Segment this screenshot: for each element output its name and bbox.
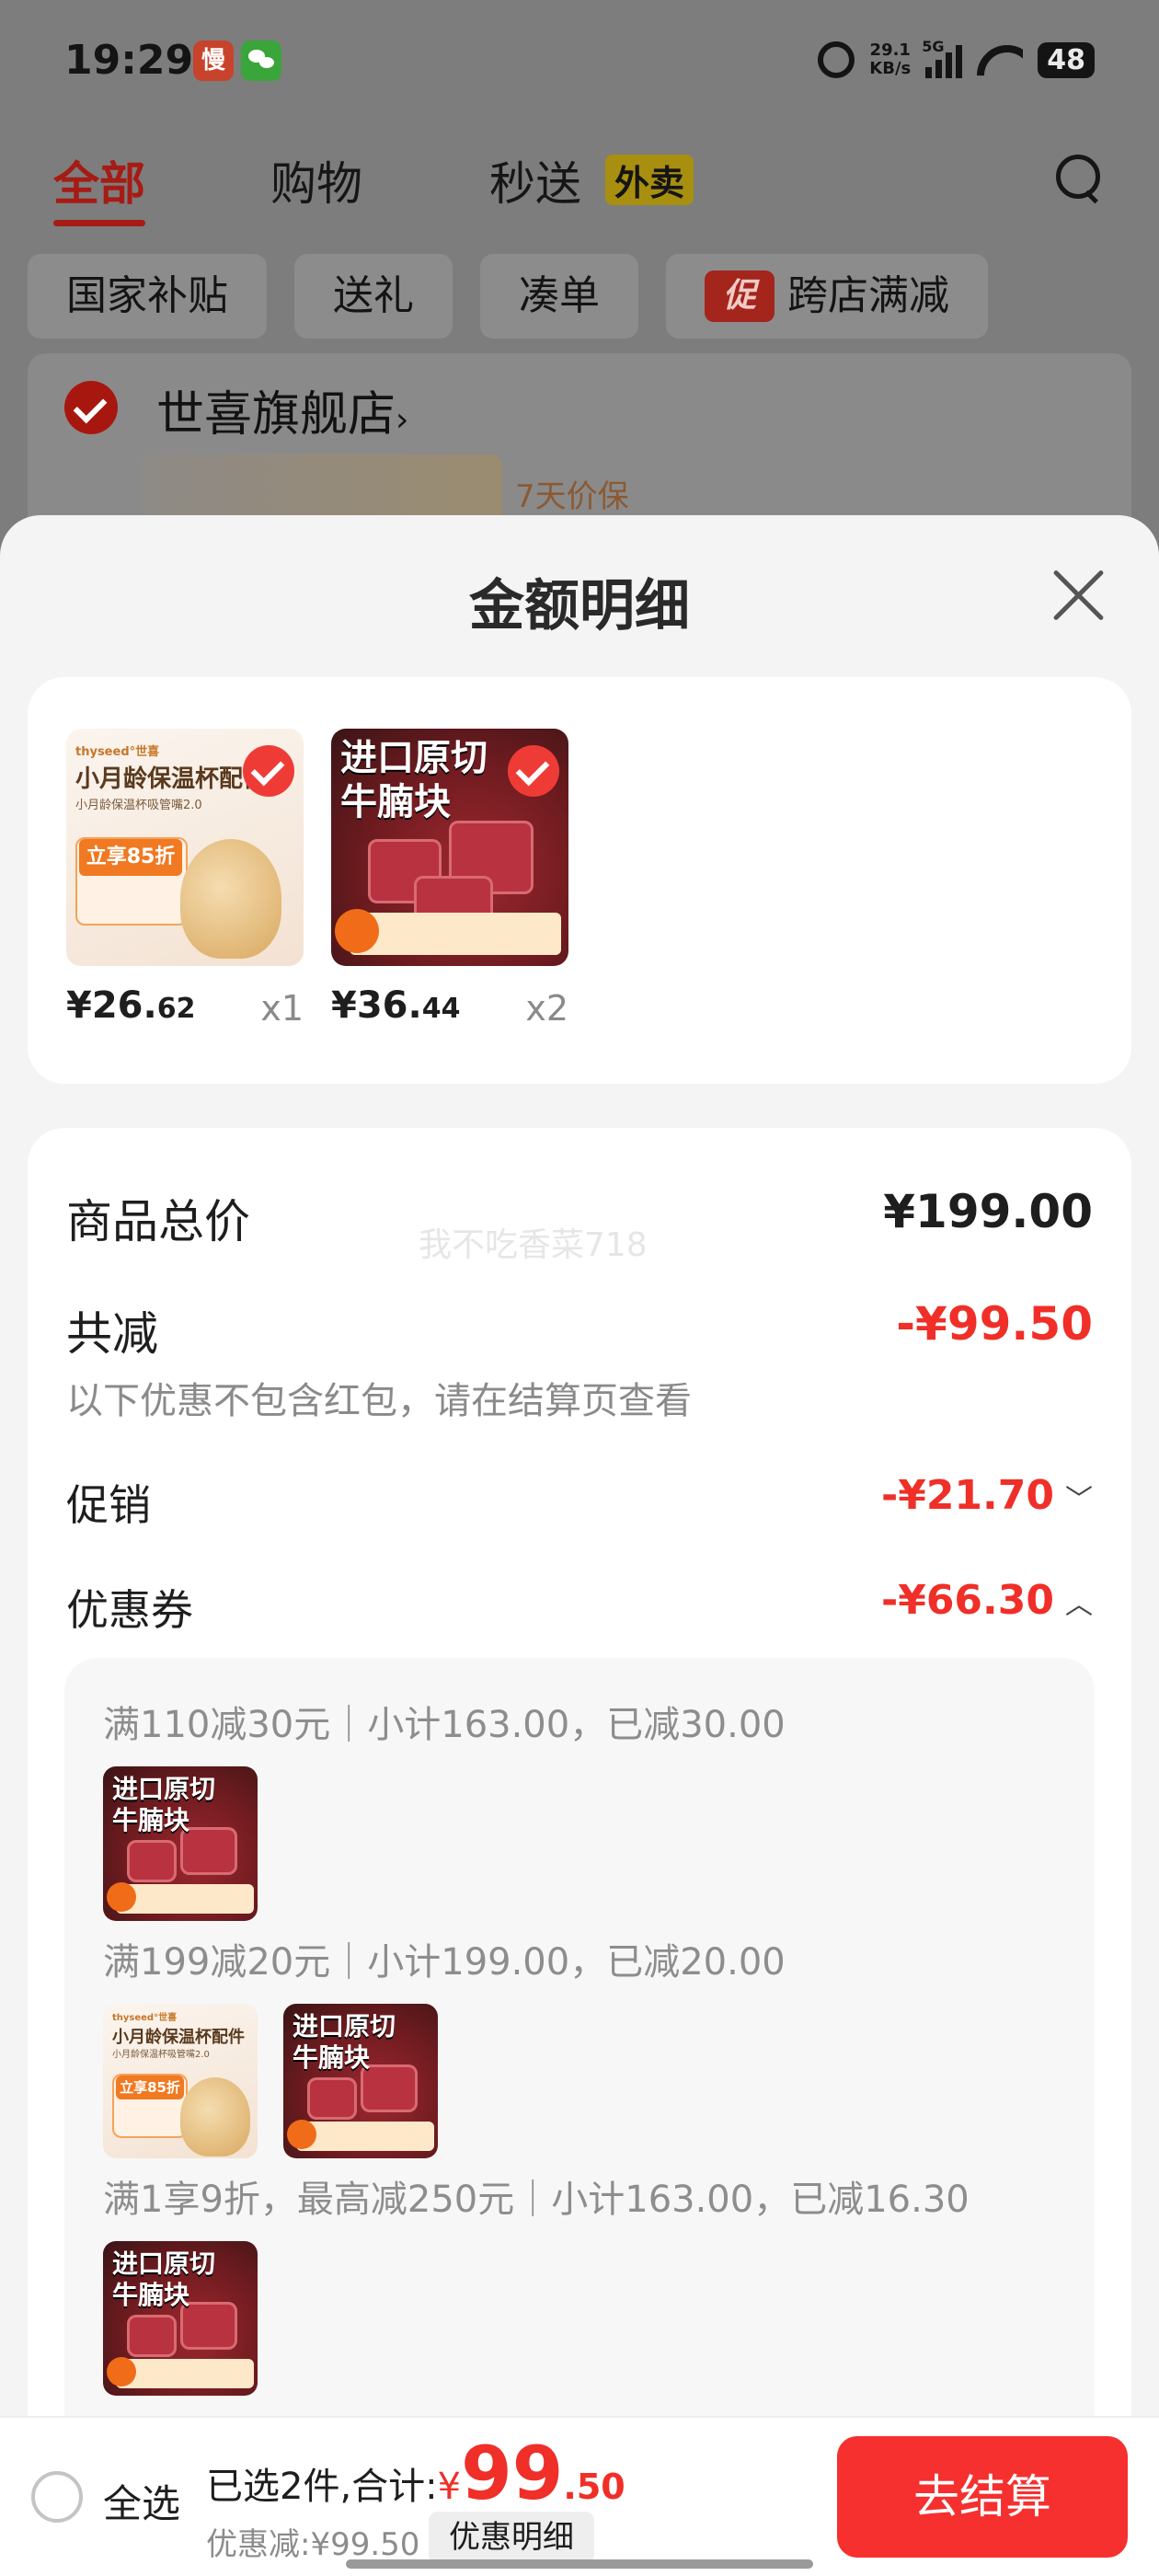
chip-national-subsidy[interactable]: 国家补贴	[28, 254, 267, 339]
total-price-value: ¥199.00	[883, 1185, 1093, 1238]
coupon-product-thumbnail: thyseed°世喜 小月龄保温杯配件 小月龄保温杯吸管嘴2.0 立享85折	[103, 2004, 258, 2158]
coupon-label: 优惠券	[66, 1585, 193, 1635]
promotion-label: 促销	[66, 1480, 151, 1530]
product-price: ¥26.62	[66, 984, 196, 1027]
chip-gifting[interactable]: 送礼	[294, 254, 453, 339]
search-icon[interactable]	[1056, 155, 1104, 202]
total-price-label: 商品总价	[66, 1195, 250, 1248]
coupon-rule-line: 满199减20元｜小计199.00，已减20.00	[103, 1941, 786, 1984]
coupon-product-thumbnail: 进口原切 牛腩块	[103, 2241, 258, 2396]
selected-check-icon	[243, 745, 294, 797]
app-notification-icon: 慢	[193, 40, 234, 81]
total-reduction-label: 共减	[66, 1307, 158, 1361]
wifi-icon	[977, 41, 1023, 78]
background-page: 19:29 慢 29.1 KB/s 5G 48 全部 购物 秒送 外卖 国家补贴…	[0, 0, 1159, 574]
order-summary: 已选2件,合计:¥99.50	[206, 2431, 625, 2516]
total-reduction-value: -¥99.50	[896, 1297, 1093, 1351]
sheet-title: 金额明细	[469, 574, 690, 638]
select-all-radio[interactable]	[31, 2471, 83, 2523]
status-bar: 19:29 慢 29.1 KB/s 5G 48	[0, 0, 1159, 129]
product-image-beef-brisket: 进口原切 牛腩块	[331, 729, 568, 966]
selected-products: thyseed°世喜 小月龄保温杯配件 小月龄保温杯吸管嘴2.0 立享85折 ¥…	[28, 677, 1131, 1084]
amount-detail-sheet: 金额明细 thyseed°世喜 小月龄保温杯配件 小月龄保温杯吸管嘴2.0 立享…	[0, 515, 1159, 2576]
coupon-row[interactable]: 优惠券 -¥66.30 ︿	[66, 1577, 1093, 1635]
product-item[interactable]: 进口原切 牛腩块 ¥36.44 x2	[331, 729, 568, 1029]
promotion-value: -¥21.70 ﹀	[880, 1472, 1093, 1519]
net-speed: 29.1 KB/s	[869, 40, 912, 78]
tab-shopping[interactable]: 购物	[270, 147, 362, 213]
coupon-rule-line: 满1享9折，最高减250元｜小计163.00，已减16.30	[103, 2179, 970, 2221]
select-all-label[interactable]: 全选	[103, 2473, 180, 2529]
chevron-right-icon: ›	[396, 401, 409, 439]
total-price-row: 商品总价 ¥199.00	[66, 1185, 1093, 1248]
tab-instant-delivery[interactable]: 秒送	[489, 147, 581, 213]
checkout-button[interactable]: 去结算	[837, 2436, 1128, 2558]
status-time: 19:29	[64, 37, 194, 84]
product-image-bottle-accessory: thyseed°世喜 小月龄保温杯配件 小月龄保温杯吸管嘴2.0 立享85折	[66, 729, 304, 966]
chip-cross-store-discount[interactable]: 促 跨店满减	[666, 254, 988, 339]
product-item[interactable]: thyseed°世喜 小月龄保温杯配件 小月龄保温杯吸管嘴2.0 立享85折 ¥…	[66, 729, 304, 1029]
promotion-row[interactable]: 促销 -¥21.70 ﹀	[66, 1472, 1093, 1530]
promo-mark-icon: 促	[705, 270, 775, 322]
checkout-bar: 全选 已选2件,合计:¥99.50 优惠减:¥99.50 优惠明细 去结算	[0, 2416, 1159, 2576]
total-reduction-row: 共减 -¥99.50	[66, 1297, 1093, 1361]
chevron-up-icon: ︿	[1065, 1589, 1093, 1621]
price-breakdown-card: 我不吃香菜718 商品总价 ¥199.00 共减 -¥99.50 以下优惠不包含…	[28, 1128, 1131, 2576]
alarm-icon	[818, 41, 855, 78]
category-tabs: 全部 购物 秒送 外卖	[0, 147, 1159, 226]
product-quantity: x2	[525, 988, 568, 1029]
close-icon[interactable]	[1050, 567, 1106, 622]
total-amount: 99	[461, 2431, 564, 2516]
product-quantity: x1	[260, 988, 304, 1029]
chip-bundle[interactable]: 凑单	[480, 254, 638, 339]
home-indicator[interactable]	[346, 2559, 813, 2569]
coupon-value: -¥66.30 ︿	[880, 1577, 1093, 1624]
battery-indicator: 48	[1038, 41, 1095, 78]
coupon-product-thumbnail: 进口原切 牛腩块	[103, 1766, 258, 1921]
discount-amount: 优惠减:¥99.50	[206, 2526, 420, 2563]
store-check-icon[interactable]	[64, 381, 118, 434]
product-price: ¥36.44	[331, 984, 461, 1027]
discount-detail-button[interactable]: 优惠明细	[429, 2512, 594, 2563]
price-protect-tag: 7天价保	[515, 478, 629, 515]
selected-check-icon	[508, 745, 559, 797]
coupon-product-thumbnail: 进口原切 牛腩块	[283, 2004, 438, 2158]
chevron-down-icon: ﹀	[1065, 1484, 1093, 1516]
reduction-note: 以下优惠不包含红包，请在结算页查看	[66, 1380, 692, 1422]
takeout-badge: 外卖	[605, 155, 694, 205]
tab-all[interactable]: 全部	[53, 147, 145, 226]
cellular-signal-icon: 5G	[922, 38, 963, 78]
filter-chips: 国家补贴 送礼 凑单 促 跨店满减	[28, 254, 988, 339]
wechat-icon	[241, 40, 281, 81]
store-name[interactable]: 世喜旗舰店›	[156, 375, 408, 444]
coupon-rule-line: 满110减30元｜小计163.00，已减30.00	[103, 1704, 786, 1746]
